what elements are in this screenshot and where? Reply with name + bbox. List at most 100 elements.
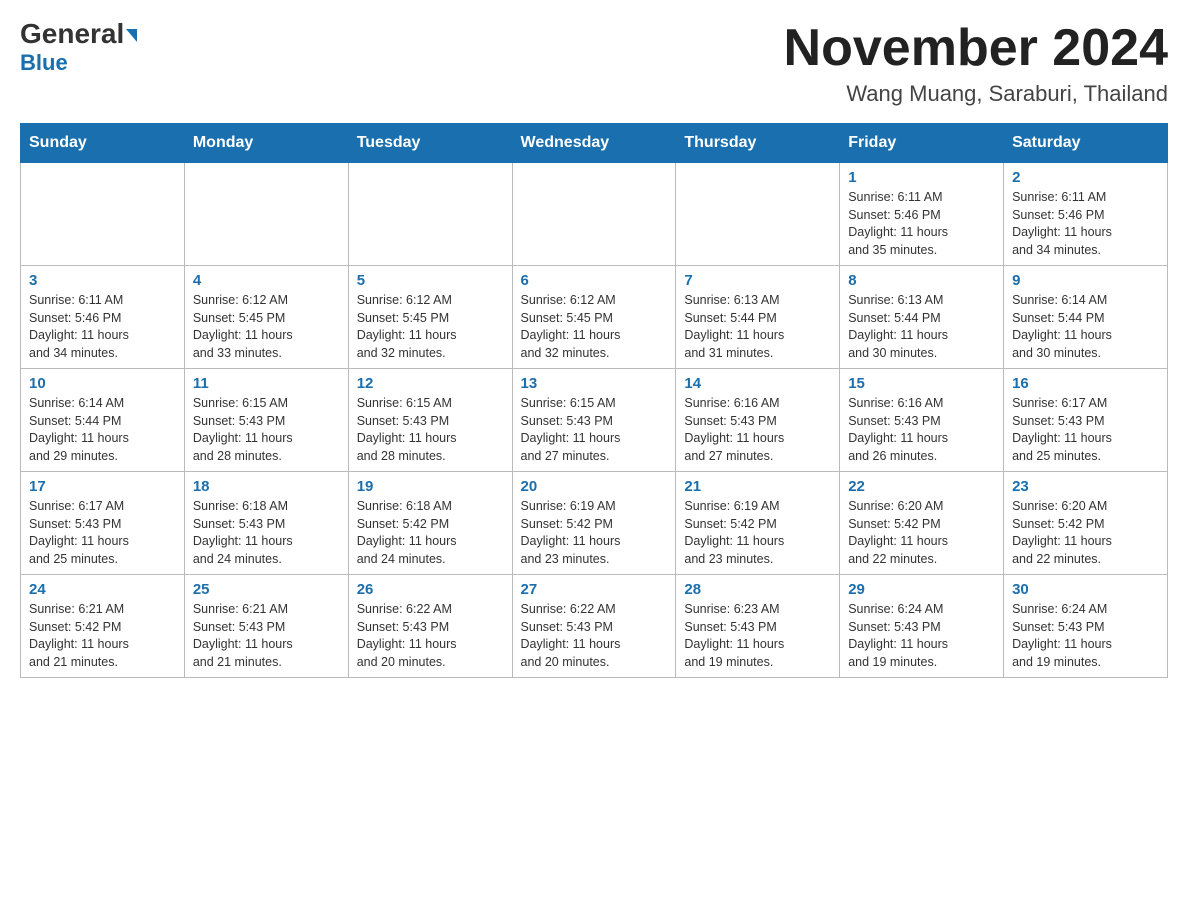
calendar-cell: 22Sunrise: 6:20 AMSunset: 5:42 PMDayligh…: [840, 472, 1004, 575]
day-number: 9: [1012, 272, 1159, 289]
calendar-cell: 30Sunrise: 6:24 AMSunset: 5:43 PMDayligh…: [1004, 575, 1168, 678]
week-row-3: 10 Sunrise: 6:14 AMSunset: 5:44 PMDayligh…: [21, 369, 1168, 472]
day-number: 14: [684, 375, 831, 392]
day-info: Sunrise: 6:15 AMSunset: 5:43 PMDaylight:…: [521, 395, 668, 465]
day-info: Sunrise: 6:12 AMSunset: 5:45 PMDaylight:…: [357, 292, 504, 362]
header-friday: Friday: [840, 124, 1004, 163]
calendar-cell: 7 Sunrise: 6:13 AMSunset: 5:44 PMDaylight…: [676, 266, 840, 369]
day-number: 16: [1012, 375, 1159, 392]
header-tuesday: Tuesday: [348, 124, 512, 163]
calendar-cell: [676, 163, 840, 266]
calendar-cell: 13Sunrise: 6:15 AMSunset: 5:43 PMDayligh…: [512, 369, 676, 472]
page-header: General Blue November 2024 Wang Muang, S…: [20, 20, 1168, 107]
day-number: 3: [29, 272, 176, 289]
calendar-cell: 24Sunrise: 6:21 AMSunset: 5:42 PMDayligh…: [21, 575, 185, 678]
calendar-cell: 8 Sunrise: 6:13 AMSunset: 5:44 PMDaylight…: [840, 266, 1004, 369]
day-number: 15: [848, 375, 995, 392]
day-info: Sunrise: 6:15 AMSunset: 5:43 PMDaylight:…: [357, 395, 504, 465]
weekday-header-row: Sunday Monday Tuesday Wednesday Thursday…: [21, 124, 1168, 163]
calendar-cell: 2 Sunrise: 6:11 AMSunset: 5:46 PMDaylight…: [1004, 163, 1168, 266]
week-row-5: 24Sunrise: 6:21 AMSunset: 5:42 PMDayligh…: [21, 575, 1168, 678]
day-info: Sunrise: 6:17 AMSunset: 5:43 PMDaylight:…: [1012, 395, 1159, 465]
day-number: 21: [684, 478, 831, 495]
day-info: Sunrise: 6:16 AMSunset: 5:43 PMDaylight:…: [684, 395, 831, 465]
calendar-cell: 21 Sunrise: 6:19 AMSunset: 5:42 PMDayligh…: [676, 472, 840, 575]
day-info: Sunrise: 6:20 AMSunset: 5:42 PMDaylight:…: [1012, 498, 1159, 568]
day-info: Sunrise: 6:14 AMSunset: 5:44 PMDaylight:…: [1012, 292, 1159, 362]
calendar-cell: 14 Sunrise: 6:16 AMSunset: 5:43 PMDayligh…: [676, 369, 840, 472]
logo-subtext: Blue: [20, 50, 68, 76]
day-info: Sunrise: 6:22 AMSunset: 5:43 PMDaylight:…: [357, 601, 504, 671]
calendar-cell: 16 Sunrise: 6:17 AMSunset: 5:43 PMDayligh…: [1004, 369, 1168, 472]
calendar-cell: 15 Sunrise: 6:16 AMSunset: 5:43 PMDayligh…: [840, 369, 1004, 472]
day-number: 8: [848, 272, 995, 289]
day-info: Sunrise: 6:21 AMSunset: 5:42 PMDaylight:…: [29, 601, 176, 671]
calendar-cell: 17 Sunrise: 6:17 AMSunset: 5:43 PMDayligh…: [21, 472, 185, 575]
day-info: Sunrise: 6:13 AMSunset: 5:44 PMDaylight:…: [848, 292, 995, 362]
day-info: Sunrise: 6:12 AMSunset: 5:45 PMDaylight:…: [193, 292, 340, 362]
day-info: Sunrise: 6:23 AMSunset: 5:43 PMDaylight:…: [684, 601, 831, 671]
day-info: Sunrise: 6:13 AMSunset: 5:44 PMDaylight:…: [684, 292, 831, 362]
week-row-4: 17 Sunrise: 6:17 AMSunset: 5:43 PMDayligh…: [21, 472, 1168, 575]
calendar-cell: 12 Sunrise: 6:15 AMSunset: 5:43 PMDayligh…: [348, 369, 512, 472]
calendar-cell: 5 Sunrise: 6:12 AMSunset: 5:45 PMDaylight…: [348, 266, 512, 369]
calendar-cell: 18Sunrise: 6:18 AMSunset: 5:43 PMDayligh…: [184, 472, 348, 575]
day-number: 23: [1012, 478, 1159, 495]
location-title: Wang Muang, Saraburi, Thailand: [784, 81, 1168, 107]
calendar-cell: 9 Sunrise: 6:14 AMSunset: 5:44 PMDaylight…: [1004, 266, 1168, 369]
calendar-cell: 1 Sunrise: 6:11 AMSunset: 5:46 PMDaylight…: [840, 163, 1004, 266]
day-number: 10: [29, 375, 176, 392]
day-info: Sunrise: 6:16 AMSunset: 5:43 PMDaylight:…: [848, 395, 995, 465]
day-number: 25: [193, 581, 340, 598]
day-info: Sunrise: 6:11 AMSunset: 5:46 PMDaylight:…: [1012, 189, 1159, 259]
month-title: November 2024: [784, 20, 1168, 77]
calendar-cell: 25 Sunrise: 6:21 AMSunset: 5:43 PMDayligh…: [184, 575, 348, 678]
title-area: November 2024 Wang Muang, Saraburi, Thai…: [784, 20, 1168, 107]
day-info: Sunrise: 6:11 AMSunset: 5:46 PMDaylight:…: [29, 292, 176, 362]
calendar-cell: 27 Sunrise: 6:22 AMSunset: 5:43 PMDayligh…: [512, 575, 676, 678]
header-wednesday: Wednesday: [512, 124, 676, 163]
day-info: Sunrise: 6:14 AMSunset: 5:44 PMDaylight:…: [29, 395, 176, 465]
calendar-cell: 6Sunrise: 6:12 AMSunset: 5:45 PMDaylight…: [512, 266, 676, 369]
week-row-2: 3 Sunrise: 6:11 AMSunset: 5:46 PMDaylight…: [21, 266, 1168, 369]
calendar-cell: 23 Sunrise: 6:20 AMSunset: 5:42 PMDayligh…: [1004, 472, 1168, 575]
week-row-1: 1 Sunrise: 6:11 AMSunset: 5:46 PMDaylight…: [21, 163, 1168, 266]
calendar-cell: 10 Sunrise: 6:14 AMSunset: 5:44 PMDayligh…: [21, 369, 185, 472]
header-saturday: Saturday: [1004, 124, 1168, 163]
calendar-cell: 4 Sunrise: 6:12 AMSunset: 5:45 PMDaylight…: [184, 266, 348, 369]
day-number: 12: [357, 375, 504, 392]
day-number: 30: [1012, 581, 1159, 598]
calendar-cell: 28 Sunrise: 6:23 AMSunset: 5:43 PMDayligh…: [676, 575, 840, 678]
logo: General Blue: [20, 20, 137, 76]
day-number: 18: [193, 478, 340, 495]
day-info: Sunrise: 6:19 AMSunset: 5:42 PMDaylight:…: [521, 498, 668, 568]
calendar-cell: 3 Sunrise: 6:11 AMSunset: 5:46 PMDaylight…: [21, 266, 185, 369]
day-number: 2: [1012, 169, 1159, 186]
day-number: 22: [848, 478, 995, 495]
day-info: Sunrise: 6:21 AMSunset: 5:43 PMDaylight:…: [193, 601, 340, 671]
calendar-cell: [184, 163, 348, 266]
header-thursday: Thursday: [676, 124, 840, 163]
calendar-cell: 20 Sunrise: 6:19 AMSunset: 5:42 PMDayligh…: [512, 472, 676, 575]
day-number: 1: [848, 169, 995, 186]
day-number: 7: [684, 272, 831, 289]
day-number: 6: [521, 272, 668, 289]
day-number: 28: [684, 581, 831, 598]
calendar-table: Sunday Monday Tuesday Wednesday Thursday…: [20, 123, 1168, 678]
day-info: Sunrise: 6:22 AMSunset: 5:43 PMDaylight:…: [521, 601, 668, 671]
day-number: 26: [357, 581, 504, 598]
day-number: 20: [521, 478, 668, 495]
day-number: 5: [357, 272, 504, 289]
calendar-cell: 29Sunrise: 6:24 AMSunset: 5:43 PMDayligh…: [840, 575, 1004, 678]
day-info: Sunrise: 6:11 AMSunset: 5:46 PMDaylight:…: [848, 189, 995, 259]
header-monday: Monday: [184, 124, 348, 163]
logo-text: General: [20, 20, 137, 48]
calendar-cell: [512, 163, 676, 266]
day-number: 27: [521, 581, 668, 598]
day-number: 4: [193, 272, 340, 289]
header-sunday: Sunday: [21, 124, 185, 163]
day-info: Sunrise: 6:19 AMSunset: 5:42 PMDaylight:…: [684, 498, 831, 568]
day-info: Sunrise: 6:24 AMSunset: 5:43 PMDaylight:…: [848, 601, 995, 671]
day-number: 17: [29, 478, 176, 495]
day-info: Sunrise: 6:17 AMSunset: 5:43 PMDaylight:…: [29, 498, 176, 568]
